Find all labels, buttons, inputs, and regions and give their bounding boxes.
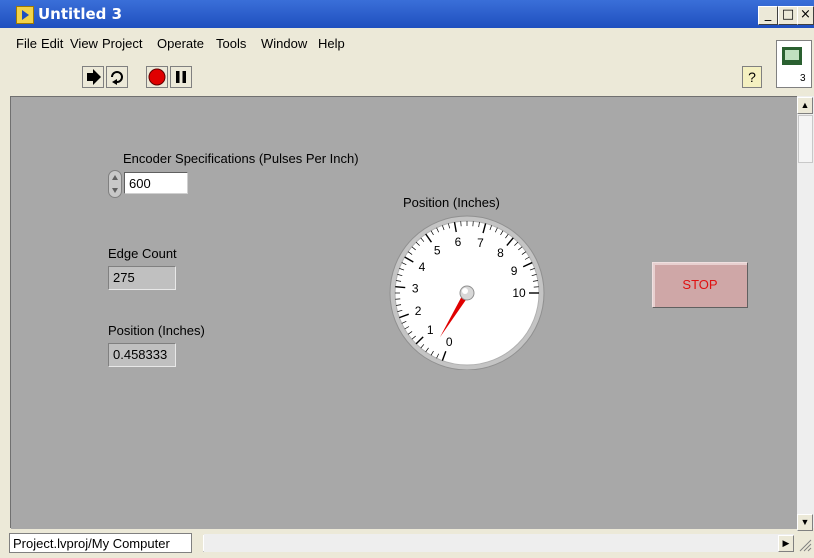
gauge-tick-label: 1	[427, 323, 434, 337]
window-title: Untitled 3	[38, 5, 123, 23]
gauge-hub-highlight	[462, 288, 468, 294]
gauge-tick-label: 6	[455, 235, 462, 249]
scroll-up-button[interactable]: ▲	[797, 97, 813, 114]
gauge-tick-label: 2	[415, 304, 422, 318]
menu-view[interactable]: View	[70, 36, 98, 51]
abort-button[interactable]	[146, 66, 168, 88]
resize-grip-icon	[799, 539, 812, 552]
encoder-spec-input[interactable]: 600	[124, 172, 188, 194]
minimize-button[interactable]: _	[758, 6, 778, 25]
pause-button[interactable]	[170, 66, 192, 88]
gauge-tick-label: 4	[419, 260, 426, 274]
edge-count-label: Edge Count	[108, 246, 177, 261]
menu-window[interactable]: Window	[261, 36, 307, 51]
panel-border	[10, 96, 11, 528]
pause-icon	[176, 71, 186, 83]
vi-connector-icon: 3	[782, 47, 806, 84]
labview-icon	[16, 6, 34, 24]
scroll-right-button[interactable]: ▶	[778, 535, 794, 552]
vi-icon: 3	[776, 40, 812, 88]
close-button[interactable]: ×	[797, 6, 814, 25]
spin-arrows-icon	[112, 175, 118, 193]
maximize-button[interactable]: □	[778, 6, 798, 25]
gauge-tick-label: 0	[446, 335, 453, 349]
gauge-label: Position (Inches)	[403, 195, 500, 210]
vertical-scroll-thumb[interactable]	[798, 115, 813, 163]
scroll-down-button[interactable]: ▼	[797, 514, 813, 531]
stop-circle-icon	[148, 68, 166, 86]
position-indicator: 0.458333	[108, 343, 176, 367]
gauge-tick-label: 7	[477, 236, 484, 250]
resize-grip[interactable]	[796, 536, 812, 552]
title-bar	[0, 0, 814, 28]
menu-operate[interactable]: Operate	[157, 36, 204, 51]
position-gauge: 012 3456 789 10	[389, 215, 545, 370]
run-continuously-button[interactable]	[106, 66, 128, 88]
gauge-tick-label: 9	[511, 264, 518, 278]
project-path-status: Project.lvproj/My Computer	[9, 533, 192, 553]
menu-file[interactable]: File	[16, 36, 37, 51]
gauge-major-tick	[395, 286, 406, 289]
context-help-button[interactable]: ?	[742, 66, 762, 88]
run-arrow-icon	[87, 69, 101, 85]
menu-help[interactable]: Help	[318, 36, 345, 51]
run-button[interactable]	[82, 66, 104, 88]
gauge-tick-label: 3	[412, 281, 419, 295]
run-continuously-icon	[111, 71, 123, 85]
horizontal-scrollbar[interactable]	[204, 534, 794, 552]
menu-edit[interactable]: Edit	[41, 36, 63, 51]
encoder-spec-label: Encoder Specifications (Pulses Per Inch)	[123, 151, 359, 166]
gauge-tick-label: 8	[497, 246, 504, 260]
vi-badge: 3	[800, 73, 806, 84]
menu-tools[interactable]: Tools	[216, 36, 246, 51]
increment-decrement-arrows[interactable]	[108, 170, 122, 198]
edge-count-indicator: 275	[108, 266, 176, 290]
gauge-tick-label: 5	[434, 243, 441, 257]
gauge-tick-label: 10	[512, 286, 526, 300]
position-label: Position (Inches)	[108, 323, 205, 338]
menu-project[interactable]: Project	[102, 36, 142, 51]
stop-button[interactable]: STOP	[652, 262, 748, 308]
